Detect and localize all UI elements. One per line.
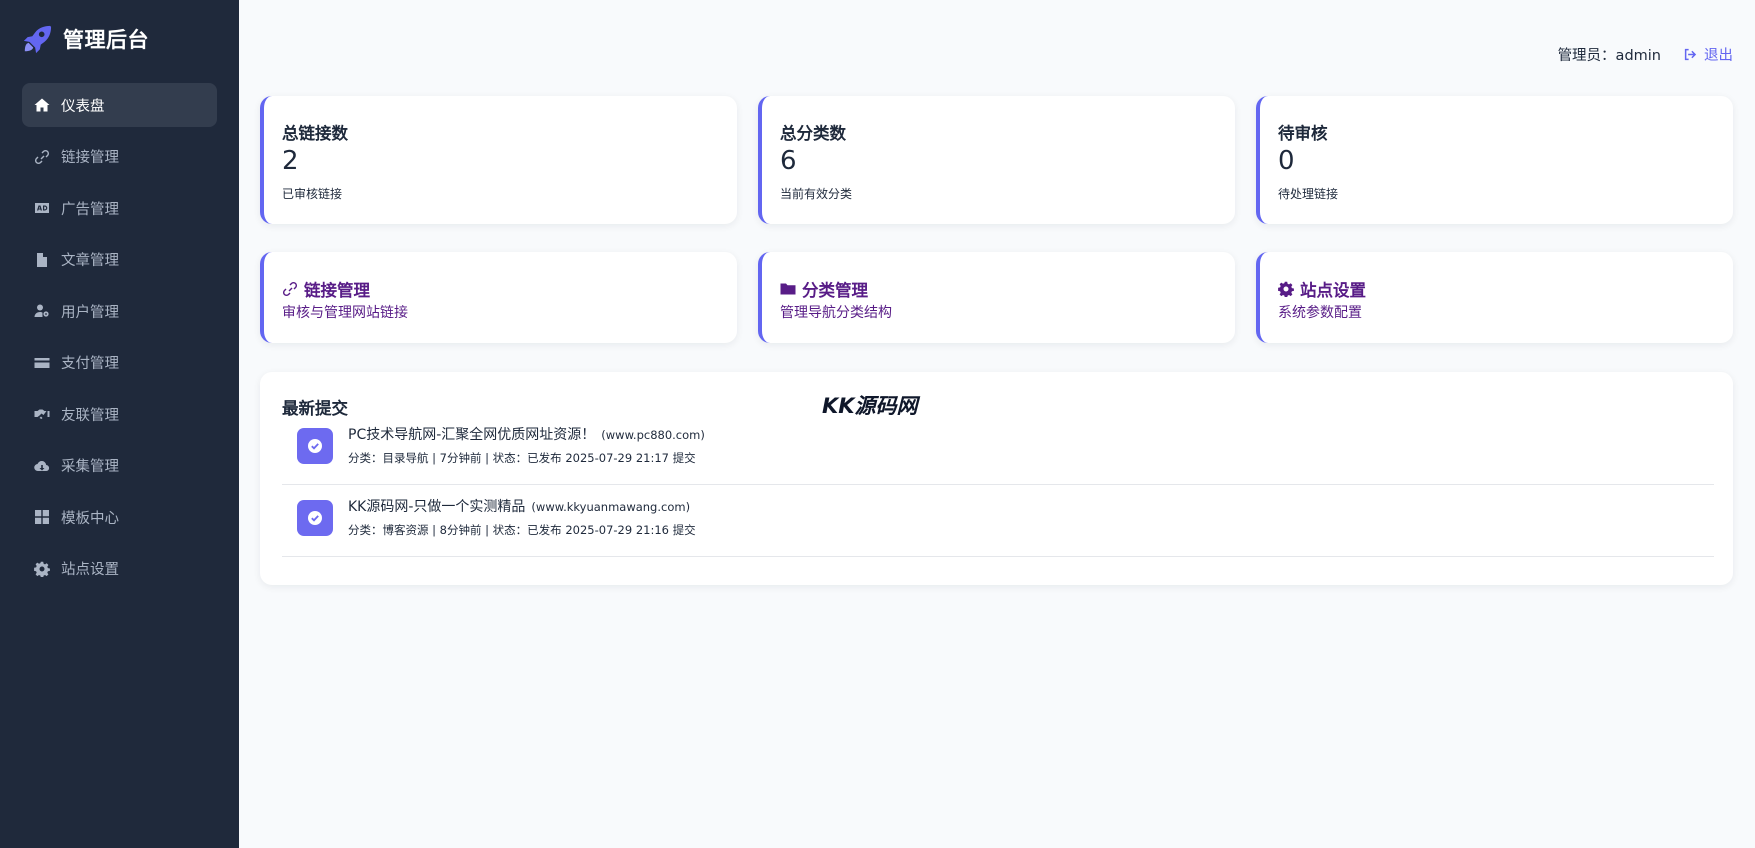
sidebar-item-users[interactable]: 用户管理 bbox=[22, 289, 217, 333]
credit-card-icon bbox=[33, 354, 51, 372]
quick-action-categories[interactable]: 分类管理 管理导航分类结构 bbox=[758, 252, 1235, 343]
stat-value: 6 bbox=[780, 146, 797, 176]
rocket-icon bbox=[23, 25, 52, 54]
gear-icon bbox=[1278, 281, 1294, 297]
sidebar-item-templates[interactable]: 模板中心 bbox=[22, 495, 217, 539]
sidebar-nav: 仪表盘 链接管理 广告管理 文章管理 用户管理 支付管理 友联管理 采集管理 模… bbox=[22, 83, 217, 598]
folder-icon bbox=[780, 283, 796, 295]
sidebar-item-links[interactable]: 链接管理 bbox=[22, 135, 217, 179]
submission-meta: 分类：目录导航 | 7分钟前 | 状态：已发布 2025-07-29 21:17… bbox=[348, 451, 696, 465]
stat-subtitle: 已审核链接 bbox=[282, 187, 343, 201]
topbar: 管理员：admin 退出 bbox=[1558, 44, 1733, 65]
gear-icon bbox=[33, 560, 51, 578]
sidebar-item-label: 用户管理 bbox=[61, 304, 119, 321]
sidebar-item-payments[interactable]: 支付管理 bbox=[22, 341, 217, 385]
sidebar-item-friend-links[interactable]: 友联管理 bbox=[22, 392, 217, 436]
link-icon bbox=[33, 148, 51, 166]
sidebar-item-ads[interactable]: 广告管理 bbox=[22, 186, 217, 230]
stat-value: 0 bbox=[1278, 146, 1295, 176]
quick-action-subtitle: 管理导航分类结构 bbox=[780, 305, 892, 321]
sidebar-item-label: 站点设置 bbox=[61, 562, 119, 578]
brand-title: 管理后台 bbox=[63, 28, 149, 52]
submission-url: (www.kkyuanmawang.com) bbox=[531, 500, 691, 514]
quick-action-subtitle: 系统参数配置 bbox=[1278, 305, 1362, 321]
submission-title[interactable]: KK源码网-只做一个实测精品 (www.kkyuanmawang.com) bbox=[348, 496, 690, 516]
file-icon bbox=[33, 251, 51, 269]
quick-action-links[interactable]: 链接管理 审核与管理网站链接 bbox=[260, 252, 737, 343]
ad-icon bbox=[33, 199, 51, 217]
sidebar: 管理后台 仪表盘 链接管理 广告管理 文章管理 用户管理 支付管理 友联管理 采… bbox=[0, 0, 239, 848]
logout-button[interactable]: 退出 bbox=[1683, 44, 1733, 65]
submission-meta: 分类：博客资源 | 8分钟前 | 状态：已发布 2025-07-29 21:16… bbox=[348, 523, 696, 537]
stat-card-total-links: 总链接数 2 已审核链接 bbox=[260, 96, 737, 224]
admin-label: 管理员：admin bbox=[1557, 48, 1661, 64]
stat-subtitle: 当前有效分类 bbox=[780, 187, 853, 201]
sidebar-item-articles[interactable]: 文章管理 bbox=[22, 238, 217, 282]
recent-submissions-card: 最新提交 PC技术导航网-汇聚全网优质网址资源！ (www.pc880.com) … bbox=[260, 372, 1733, 585]
sidebar-item-settings[interactable]: 站点设置 bbox=[22, 547, 217, 591]
watermark-text: KK源码网 bbox=[822, 394, 918, 418]
quick-action-title[interactable]: 分类管理 bbox=[780, 277, 868, 301]
submission-name: KK源码网-只做一个实测精品 bbox=[348, 499, 526, 515]
user-gear-icon bbox=[33, 302, 51, 320]
stat-value: 2 bbox=[282, 146, 299, 176]
stat-title: 总分类数 bbox=[780, 124, 846, 143]
logout-label: 退出 bbox=[1704, 48, 1733, 64]
check-circle-icon bbox=[297, 428, 333, 464]
sidebar-item-label: 广告管理 bbox=[61, 201, 119, 218]
handshake-icon bbox=[33, 405, 51, 423]
grid-icon bbox=[33, 508, 51, 526]
sidebar-item-label: 文章管理 bbox=[61, 253, 119, 269]
quick-action-settings[interactable]: 站点设置 系统参数配置 bbox=[1256, 252, 1733, 343]
sidebar-item-label: 模板中心 bbox=[61, 510, 119, 527]
quick-action-label: 站点设置 bbox=[1300, 281, 1366, 300]
submission-url: (www.pc880.com) bbox=[601, 428, 705, 442]
sidebar-item-label: 支付管理 bbox=[61, 356, 119, 372]
sidebar-item-label: 友联管理 bbox=[61, 407, 119, 424]
quick-action-subtitle: 审核与管理网站链接 bbox=[282, 305, 408, 321]
submission-name: PC技术导航网-汇聚全网优质网址资源！ bbox=[348, 427, 596, 443]
quick-action-title[interactable]: 链接管理 bbox=[282, 277, 370, 301]
stat-title: 待审核 bbox=[1278, 124, 1328, 143]
cloud-download-icon bbox=[33, 457, 51, 475]
sidebar-item-label: 链接管理 bbox=[61, 150, 119, 166]
sign-out-icon bbox=[1684, 48, 1697, 61]
sidebar-item-label: 仪表盘 bbox=[61, 98, 105, 115]
brand[interactable]: 管理后台 bbox=[22, 22, 149, 56]
link-icon bbox=[282, 281, 298, 297]
sidebar-item-dashboard[interactable]: 仪表盘 bbox=[22, 83, 217, 127]
stat-card-total-categories: 总分类数 6 当前有效分类 bbox=[758, 96, 1235, 224]
submission-title[interactable]: PC技术导航网-汇聚全网优质网址资源！ (www.pc880.com) bbox=[348, 424, 705, 444]
check-circle-icon bbox=[297, 500, 333, 536]
sidebar-item-collect[interactable]: 采集管理 bbox=[22, 444, 217, 488]
list-item: KK源码网-只做一个实测精品 (www.kkyuanmawang.com) 分类：… bbox=[282, 485, 1714, 557]
quick-action-title[interactable]: 站点设置 bbox=[1278, 277, 1366, 301]
quick-action-label: 分类管理 bbox=[802, 281, 868, 300]
stat-title: 总链接数 bbox=[282, 124, 348, 143]
stat-card-pending: 待审核 0 待处理链接 bbox=[1256, 96, 1733, 224]
quick-action-label: 链接管理 bbox=[304, 281, 370, 300]
sidebar-item-label: 采集管理 bbox=[61, 459, 119, 475]
list-item: PC技术导航网-汇聚全网优质网址资源！ (www.pc880.com) 分类：目录… bbox=[282, 413, 1714, 485]
stat-subtitle: 待处理链接 bbox=[1278, 187, 1339, 201]
home-icon bbox=[33, 96, 51, 114]
